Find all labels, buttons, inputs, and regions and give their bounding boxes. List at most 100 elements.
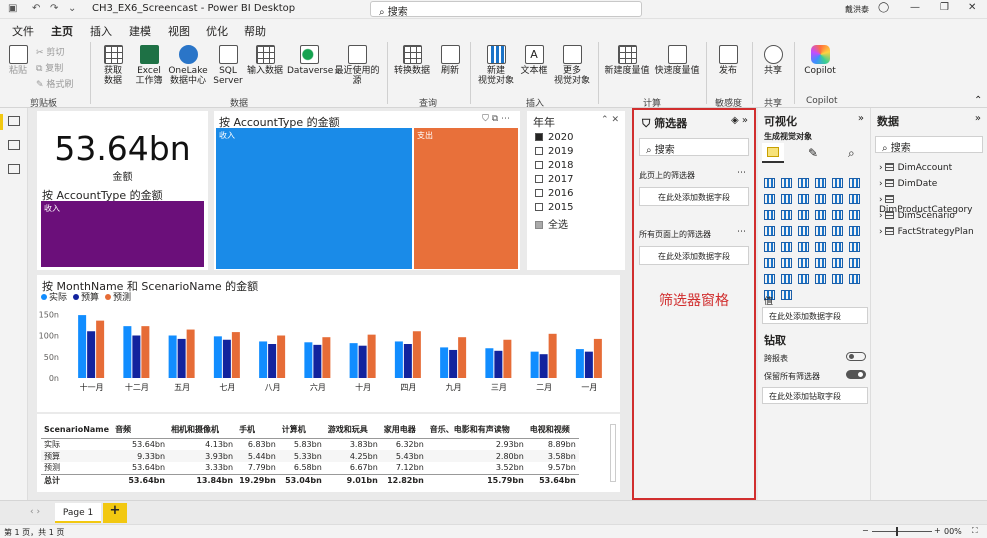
copilot-button[interactable]: Copilot <box>800 45 840 76</box>
slicer-item[interactable]: 2019 <box>535 146 573 157</box>
zoom-slider[interactable] <box>872 531 932 532</box>
checkbox-icon[interactable] <box>535 189 543 197</box>
build-tab[interactable] <box>762 143 784 163</box>
visual-type-icon[interactable] <box>781 290 792 300</box>
visual-type-icon[interactable] <box>832 210 843 220</box>
user-name[interactable]: 戴洪泰 <box>845 4 869 15</box>
visual-type-icon[interactable] <box>815 274 826 284</box>
column-header[interactable]: ScenarioName <box>41 422 113 439</box>
menu-view[interactable]: 视图 <box>168 23 190 39</box>
checkbox-icon[interactable] <box>535 203 543 211</box>
account-type-small-chart[interactable]: 按 AccountType 的金额 收入 <box>37 184 208 270</box>
collapse-pane-icon[interactable]: ◈ » <box>731 115 748 126</box>
more-options-icon[interactable]: ⋯ <box>737 227 746 237</box>
checkbox-icon[interactable] <box>535 147 543 155</box>
visual-type-icon[interactable] <box>832 274 843 284</box>
visual-type-icon[interactable] <box>798 210 809 220</box>
scenario-matrix[interactable]: ScenarioName 音频 相机和摄像机 手机 计算机 游戏和玩具 家用电器 音乐、电影和… <box>37 414 620 492</box>
value-drop-zone[interactable]: 在此处添加数据字段 <box>762 307 868 324</box>
visual-type-icon[interactable] <box>849 194 860 204</box>
slicer-item[interactable]: 2018 <box>535 160 573 171</box>
slicer-item[interactable]: 2017 <box>535 174 573 185</box>
column-header[interactable]: 计算机 <box>278 422 325 439</box>
slicer-item[interactable]: 全选 <box>535 216 568 231</box>
copy-button[interactable]: ⧉ 复制 <box>36 61 63 74</box>
zoom-minus-icon[interactable]: − <box>862 526 869 535</box>
visual-type-icon[interactable] <box>849 274 860 284</box>
table-view-icon[interactable] <box>8 140 20 150</box>
visual-type-icon[interactable] <box>815 178 826 188</box>
redo-icon[interactable]: ↷ <box>50 3 58 14</box>
visual-type-icon[interactable] <box>849 258 860 268</box>
visual-type-icon[interactable] <box>781 226 792 236</box>
chevron-right-icon[interactable]: › <box>879 227 883 237</box>
checkbox-icon[interactable] <box>535 221 543 229</box>
excel-button[interactable]: Excel 工作簿 <box>133 45 165 86</box>
visual-type-icon[interactable] <box>781 258 792 268</box>
visual-type-icon[interactable] <box>781 178 792 188</box>
fit-page-icon[interactable]: ⛶ <box>972 526 978 536</box>
visual-type-icon[interactable] <box>849 210 860 220</box>
visual-type-icon[interactable] <box>832 194 843 204</box>
chevron-right-icon[interactable]: › <box>879 211 883 221</box>
page-nav-arrows[interactable]: ‹ › <box>30 507 40 517</box>
table-row[interactable]: 预算 9.33bn 3.93bn 5.44bn 5.33bn 4.25bn 5.43bn 2.… <box>41 450 579 462</box>
slicer-header-icons[interactable]: ⌃ ✕ <box>601 115 619 125</box>
paste-button[interactable]: 粘贴 <box>4 45 32 76</box>
treemap-tile-income[interactable]: 收入 <box>216 128 412 269</box>
transform-data-button[interactable]: 转换数据 <box>392 45 432 76</box>
publish-button[interactable]: 发布 <box>712 45 744 76</box>
account-icon[interactable]: ◯ <box>878 2 889 13</box>
visual-type-icon[interactable] <box>781 194 792 204</box>
share-button[interactable]: 共享 <box>756 45 790 76</box>
collapse-ribbon-icon[interactable]: ⌃ <box>974 95 982 106</box>
add-page-button[interactable]: + <box>103 503 127 523</box>
column-header[interactable]: 游戏和玩具 <box>324 422 381 439</box>
chevron-right-icon[interactable]: › <box>879 179 883 189</box>
visual-type-icon[interactable] <box>832 178 843 188</box>
visual-type-icon[interactable] <box>798 194 809 204</box>
year-slicer[interactable]: 年年 ⌃ ✕ 2020 2019 2018 2017 2016 2015 全选 <box>527 111 625 270</box>
keep-filters-toggle[interactable] <box>846 370 866 379</box>
visual-type-icon[interactable] <box>849 242 860 252</box>
menu-insert[interactable]: 插入 <box>90 23 112 39</box>
chevron-right-icon[interactable]: › <box>879 195 883 205</box>
table-row[interactable]: 实际 53.64bn 4.13bn 6.83bn 5.83bn 3.83bn 6.32bn 2… <box>41 438 579 450</box>
all-pages-drop-zone[interactable]: 在此处添加数据字段 <box>639 246 749 265</box>
slicer-item[interactable]: 2016 <box>535 188 573 199</box>
table-item[interactable]: › DimDate <box>879 179 937 189</box>
more-options-icon[interactable]: ⋯ <box>737 168 746 178</box>
textbox-button[interactable]: A 文本框 <box>519 45 549 76</box>
month-scenario-chart[interactable]: 按 MonthName 和 ScenarioName 的金额 实际 预算 预测 150… <box>37 275 620 412</box>
visual-type-icon[interactable] <box>798 274 809 284</box>
visual-type-icon[interactable] <box>815 194 826 204</box>
format-painter-button[interactable]: ✎ 格式刷 <box>36 77 73 90</box>
column-header[interactable]: 手机 <box>236 422 279 439</box>
slicer-item[interactable]: 2020 <box>535 132 573 143</box>
undo-icon[interactable]: ↶ <box>32 3 40 14</box>
collapse-pane-icon[interactable]: » <box>975 113 981 124</box>
refresh-button[interactable]: 刷新 <box>434 45 466 76</box>
treemap-tile-expense[interactable]: 支出 <box>414 128 518 269</box>
visual-type-icon[interactable] <box>764 210 775 220</box>
collapse-pane-icon[interactable]: » <box>858 113 864 124</box>
visual-type-icon[interactable] <box>781 210 792 220</box>
page-tab[interactable]: Page 1 <box>55 503 101 523</box>
visual-type-icon[interactable] <box>764 226 775 236</box>
menu-help[interactable]: 帮助 <box>244 23 266 39</box>
menu-home[interactable]: 主页 <box>51 23 73 43</box>
visual-type-icon[interactable] <box>798 258 809 268</box>
format-icon[interactable]: ✎ <box>808 146 818 160</box>
visual-type-icon[interactable] <box>832 242 843 252</box>
visual-type-icon[interactable] <box>781 242 792 252</box>
sql-server-button[interactable]: SQL Server <box>212 45 244 86</box>
menu-file[interactable]: 文件 <box>12 23 34 39</box>
zoom-plus-icon[interactable]: + <box>934 526 941 535</box>
visual-type-icon[interactable] <box>815 210 826 220</box>
search-box[interactable]: ⌕ 搜索 <box>370 1 642 18</box>
visual-type-icon[interactable] <box>832 226 843 236</box>
visual-type-icon[interactable] <box>764 274 775 284</box>
visual-type-icon[interactable] <box>798 226 809 236</box>
account-type-treemap[interactable]: 按 AccountType 的金额 ⛉ ⧉ ⋯ 收入 支出 <box>214 111 520 270</box>
treemap-tile-income[interactable]: 收入 <box>41 201 204 267</box>
